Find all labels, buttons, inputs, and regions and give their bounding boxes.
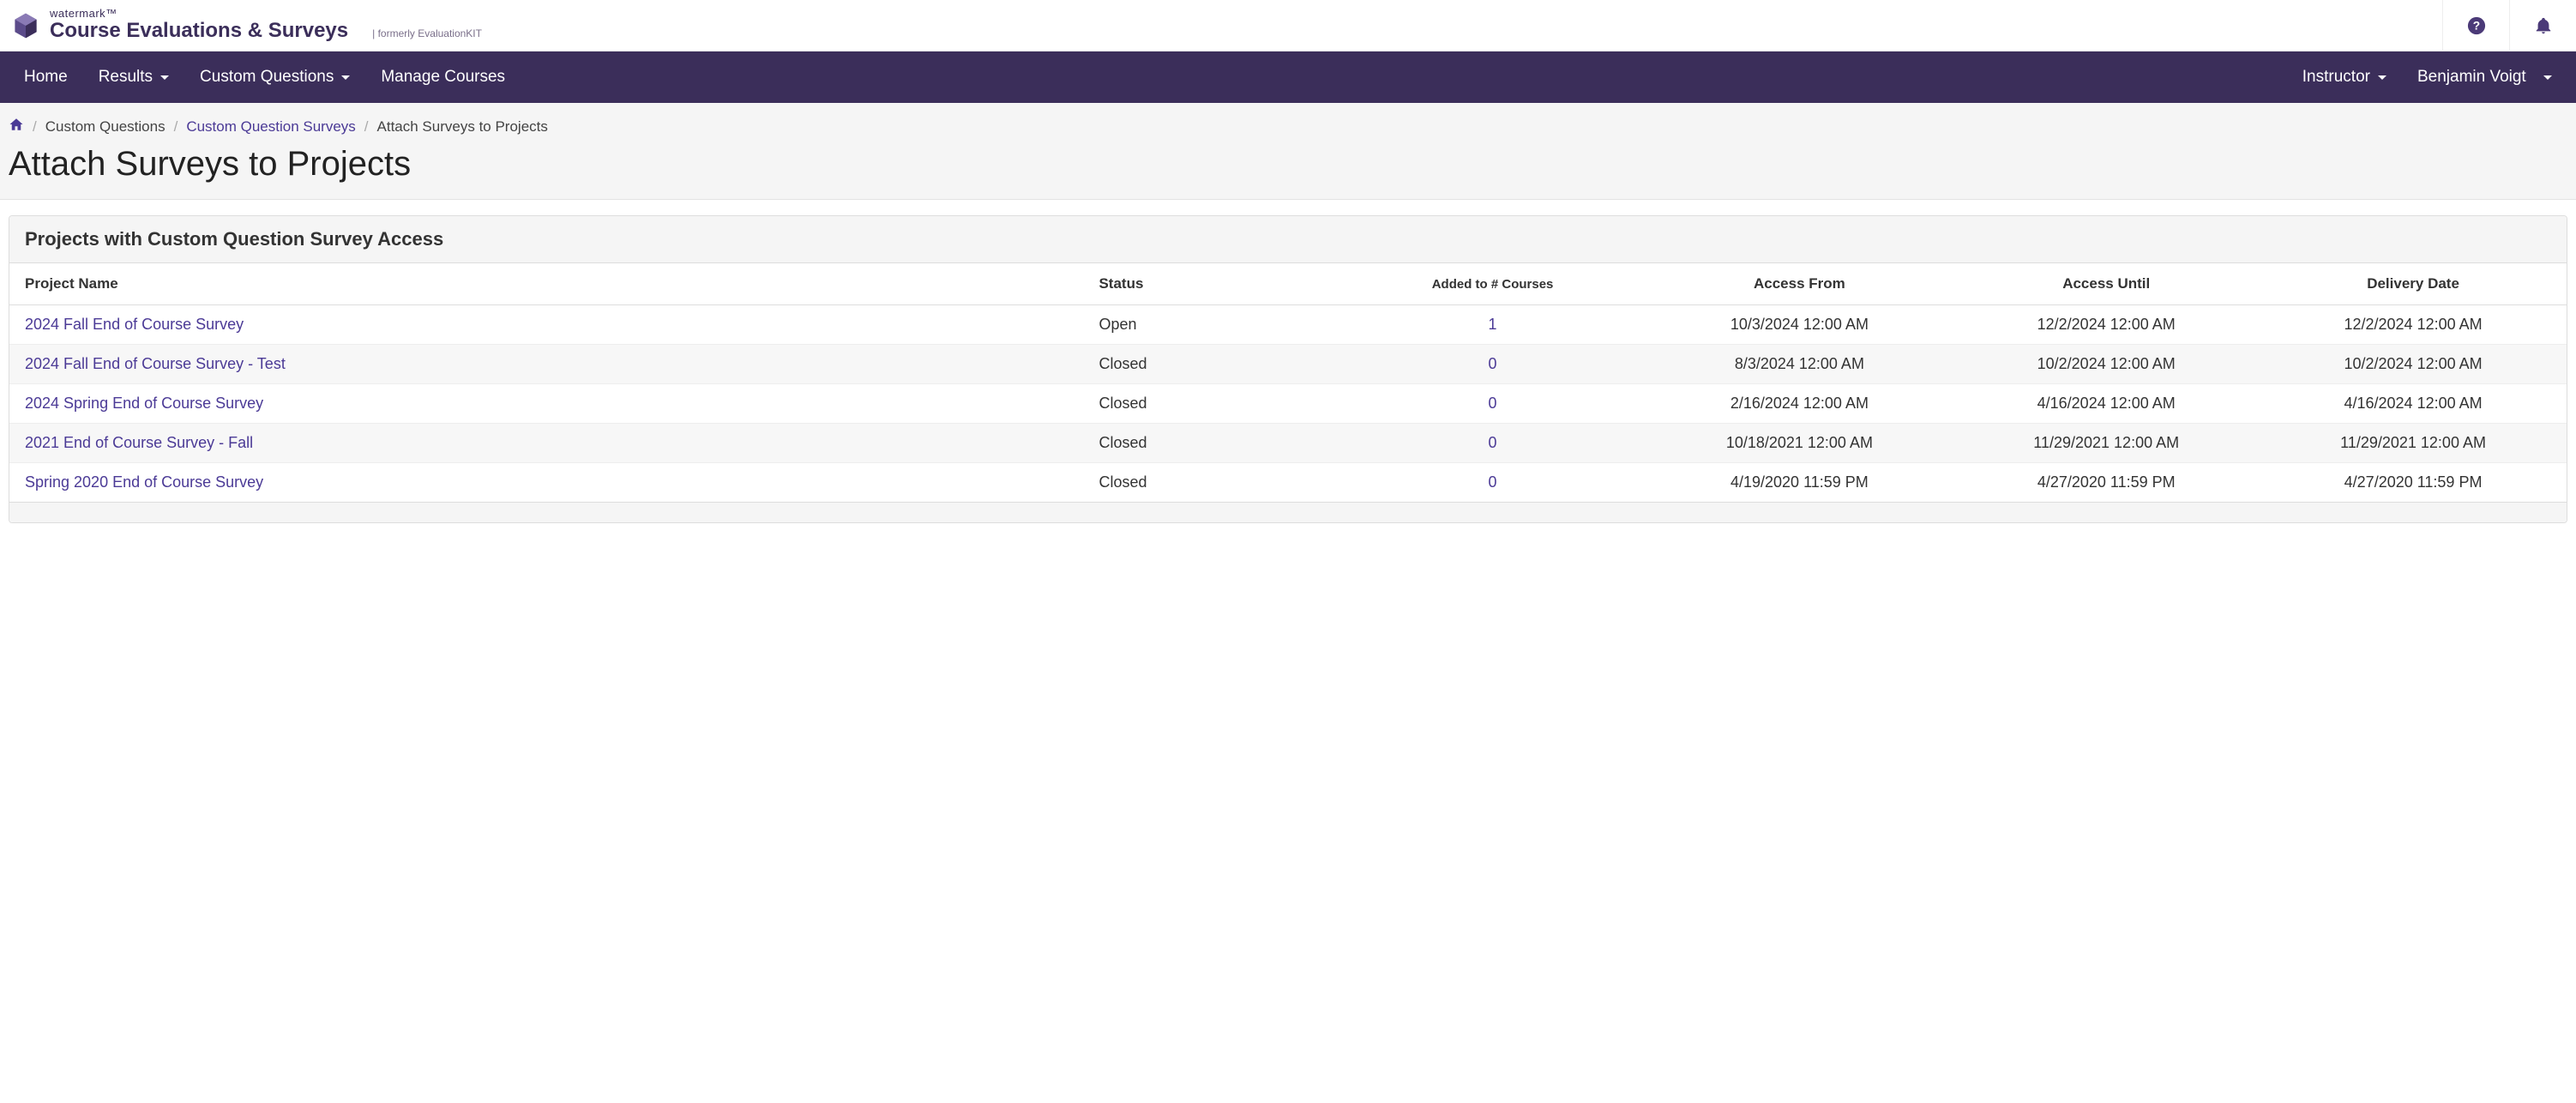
brand-suffix: | formerly EvaluationKIT: [372, 27, 482, 43]
delivery-date-cell: 12/2/2024 12:00 AM: [2260, 305, 2567, 345]
project-name-link[interactable]: 2024 Spring End of Course Survey: [9, 384, 1083, 424]
nav-manage-courses[interactable]: Manage Courses: [365, 51, 521, 103]
nav-results[interactable]: Results: [83, 51, 184, 103]
access-from-cell: 10/18/2021 12:00 AM: [1646, 424, 1953, 463]
courses-count-cell: 0: [1339, 384, 1646, 424]
courses-count-link[interactable]: 0: [1489, 395, 1497, 412]
delivery-date-cell: 4/27/2020 11:59 PM: [2260, 463, 2567, 503]
top-actions: ?: [2442, 0, 2576, 51]
breadcrumb-sep: /: [174, 118, 178, 136]
nav-user-menu[interactable]: Benjamin Voigt: [2402, 51, 2567, 103]
brand-text: watermark™ Course Evaluations & Surveys: [50, 8, 348, 43]
table-row: Spring 2020 End of Course SurveyClosed 0 4…: [9, 463, 2567, 503]
status-cell: Closed: [1083, 384, 1339, 424]
courses-count-cell: 0: [1339, 424, 1646, 463]
courses-count-link[interactable]: 0: [1489, 473, 1497, 491]
status-cell: Closed: [1083, 345, 1339, 384]
access-until-cell: 12/2/2024 12:00 AM: [1953, 305, 2260, 345]
access-from-cell: 4/19/2020 11:59 PM: [1646, 463, 1953, 503]
access-from-cell: 2/16/2024 12:00 AM: [1646, 384, 1953, 424]
breadcrumb-sep: /: [364, 118, 369, 136]
delivery-date-cell: 11/29/2021 12:00 AM: [2260, 424, 2567, 463]
courses-count-cell: 0: [1339, 345, 1646, 384]
nav-left: Home Results Custom Questions Manage Cou…: [9, 51, 521, 103]
breadcrumb-item-3: Attach Surveys to Projects: [377, 118, 548, 136]
project-name-link[interactable]: 2024 Fall End of Course Survey: [9, 305, 1083, 345]
table-row: 2024 Fall End of Course Survey - TestClo…: [9, 345, 2567, 384]
nav-role-selector[interactable]: Instructor: [2287, 51, 2402, 103]
main-nav: Home Results Custom Questions Manage Cou…: [0, 51, 2576, 103]
brand-area: watermark™ Course Evaluations & Surveys …: [10, 8, 482, 43]
courses-count-link[interactable]: 0: [1489, 355, 1497, 372]
content-wrap: Projects with Custom Question Survey Acc…: [0, 200, 2576, 539]
courses-count-link[interactable]: 0: [1489, 434, 1497, 451]
col-added-courses[interactable]: Added to # Courses: [1339, 263, 1646, 305]
help-icon: ?: [2467, 16, 2486, 35]
delivery-date-cell: 4/16/2024 12:00 AM: [2260, 384, 2567, 424]
col-delivery-date[interactable]: Delivery Date: [2260, 263, 2567, 305]
brand-text-main: Course Evaluations & Surveys: [50, 20, 348, 42]
project-name-link[interactable]: 2021 End of Course Survey - Fall: [9, 424, 1083, 463]
projects-panel: Projects with Custom Question Survey Acc…: [9, 215, 2567, 523]
access-until-cell: 10/2/2024 12:00 AM: [1953, 345, 2260, 384]
breadcrumb-sep: /: [33, 118, 37, 136]
col-project-name[interactable]: Project Name: [9, 263, 1083, 305]
breadcrumb-item-2[interactable]: Custom Question Surveys: [186, 118, 355, 136]
home-icon: [9, 117, 24, 132]
chevron-down-icon: [341, 75, 350, 80]
table-row: 2024 Fall End of Course SurveyOpen 1 10/3/…: [9, 305, 2567, 345]
brand-text-top: watermark™: [50, 8, 348, 20]
delivery-date-cell: 10/2/2024 12:00 AM: [2260, 345, 2567, 384]
svg-text:?: ?: [2472, 19, 2479, 32]
col-access-until[interactable]: Access Until: [1953, 263, 2260, 305]
page-title: Attach Surveys to Projects: [0, 136, 2576, 200]
help-button[interactable]: ?: [2442, 0, 2509, 51]
access-until-cell: 11/29/2021 12:00 AM: [1953, 424, 2260, 463]
access-from-cell: 8/3/2024 12:00 AM: [1646, 345, 1953, 384]
top-header: watermark™ Course Evaluations & Surveys …: [0, 0, 2576, 51]
table-header-row: Project Name Status Added to # Courses A…: [9, 263, 2567, 305]
project-name-link[interactable]: Spring 2020 End of Course Survey: [9, 463, 1083, 503]
bell-icon: [2534, 16, 2553, 35]
breadcrumb-item-1: Custom Questions: [45, 118, 166, 136]
courses-count-link[interactable]: 1: [1489, 316, 1497, 333]
breadcrumb-home[interactable]: [9, 117, 24, 136]
table-row: 2021 End of Course Survey - FallClosed 0 1…: [9, 424, 2567, 463]
brand-logo-icon: [10, 10, 41, 41]
notifications-button[interactable]: [2509, 0, 2576, 51]
status-cell: Closed: [1083, 463, 1339, 503]
nav-custom-questions[interactable]: Custom Questions: [184, 51, 365, 103]
project-name-link[interactable]: 2024 Fall End of Course Survey - Test: [9, 345, 1083, 384]
breadcrumb-bar: / Custom Questions / Custom Question Sur…: [0, 103, 2576, 136]
panel-footer: [9, 502, 2567, 522]
nav-right: Instructor Benjamin Voigt: [2287, 51, 2567, 103]
status-cell: Closed: [1083, 424, 1339, 463]
access-until-cell: 4/27/2020 11:59 PM: [1953, 463, 2260, 503]
chevron-down-icon: [2543, 75, 2552, 80]
col-access-from[interactable]: Access From: [1646, 263, 1953, 305]
projects-table: Project Name Status Added to # Courses A…: [9, 263, 2567, 502]
panel-heading: Projects with Custom Question Survey Acc…: [9, 216, 2567, 263]
courses-count-cell: 0: [1339, 463, 1646, 503]
access-until-cell: 4/16/2024 12:00 AM: [1953, 384, 2260, 424]
table-row: 2024 Spring End of Course SurveyClosed 0 2…: [9, 384, 2567, 424]
status-cell: Open: [1083, 305, 1339, 345]
chevron-down-icon: [160, 75, 169, 80]
col-status[interactable]: Status: [1083, 263, 1339, 305]
breadcrumb: / Custom Questions / Custom Question Sur…: [9, 117, 2567, 136]
courses-count-cell: 1: [1339, 305, 1646, 345]
access-from-cell: 10/3/2024 12:00 AM: [1646, 305, 1953, 345]
chevron-down-icon: [2378, 75, 2386, 80]
nav-home[interactable]: Home: [9, 51, 83, 103]
